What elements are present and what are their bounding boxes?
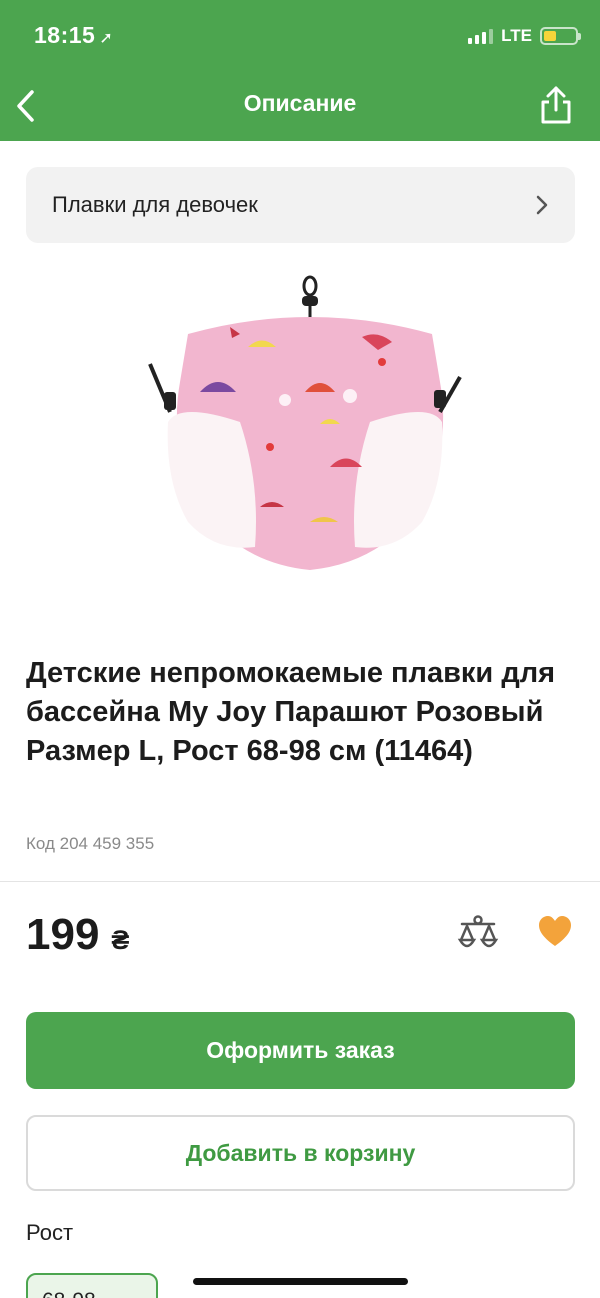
share-icon	[541, 86, 571, 124]
home-indicator	[193, 1278, 408, 1285]
scales-icon	[457, 915, 499, 948]
product-code: Код 204 459 355	[26, 834, 155, 853]
location-arrow-icon: ➚	[99, 30, 114, 47]
size-option[interactable]: 68-98	[26, 1273, 158, 1298]
heart-icon	[539, 916, 571, 946]
product-image[interactable]	[140, 272, 470, 582]
product-title: Детские непромокаемые плавки для бассейн…	[26, 657, 556, 767]
share-button[interactable]	[538, 84, 574, 126]
status-time-text: 18:15	[34, 22, 96, 48]
size-section-label: Рост	[26, 1220, 74, 1245]
status-indicators: LTE	[468, 26, 581, 46]
signal-icon	[468, 28, 494, 44]
chevron-right-icon	[536, 195, 548, 215]
price-value: 199	[26, 910, 100, 959]
battery-icon	[540, 27, 581, 45]
currency-symbol: ₴	[111, 925, 130, 955]
network-label: LTE	[501, 26, 532, 45]
category-label: Плавки для девочек	[52, 192, 258, 217]
category-link[interactable]: Плавки для девочек	[26, 167, 575, 243]
checkout-button[interactable]: Оформить заказ	[26, 1012, 575, 1089]
top-bar: 18:15 ➚ LTE Описание	[0, 0, 600, 141]
add-to-cart-button[interactable]: Добавить в корзину	[26, 1115, 575, 1191]
status-time: 18:15 ➚	[34, 22, 113, 49]
favorite-button[interactable]	[536, 913, 574, 951]
compare-button[interactable]	[456, 912, 500, 956]
product-price: 199 ₴	[26, 910, 129, 960]
page-title: Описание	[243, 90, 357, 116]
divider	[0, 881, 600, 882]
